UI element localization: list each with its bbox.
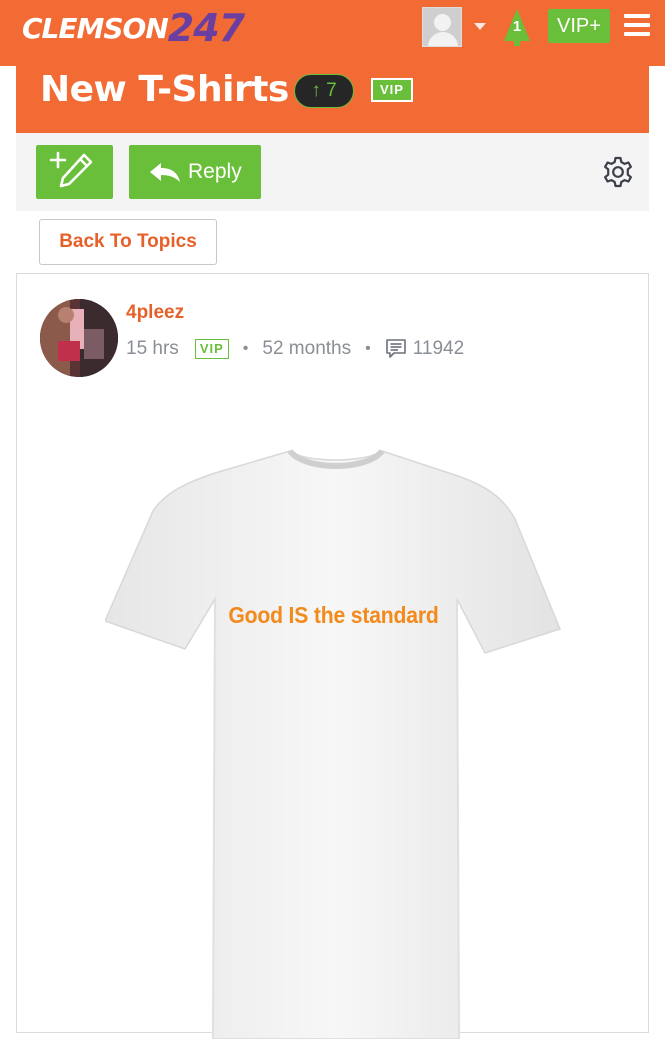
notification-count: 1 (512, 18, 522, 35)
top-nav-bar: CLEMSON 247 1 VIP+ (0, 0, 665, 66)
vip-badge: VIP (371, 78, 413, 102)
user-avatar[interactable] (422, 7, 462, 47)
upvote-button[interactable]: ↑ 7 (294, 74, 354, 108)
post-count: 11942 (412, 338, 465, 359)
notifications-button[interactable]: 1 (501, 7, 533, 47)
logo-number: 247 (167, 6, 245, 50)
vote-count: 7 (326, 80, 337, 101)
site-logo[interactable]: CLEMSON 247 (22, 6, 245, 50)
topic-title: New T-Shirts (40, 69, 289, 110)
post-meta: 15 hrs VIP • 52 months • 11942 (126, 336, 464, 362)
poster-vip-badge: VIP (194, 339, 229, 359)
meta-separator: • (365, 340, 371, 357)
chevron-down-icon[interactable] (474, 23, 486, 30)
tshirt-image[interactable] (105, 449, 565, 1039)
upvote-arrow-icon: ↑ (311, 80, 321, 101)
new-post-pencil-icon (49, 151, 93, 188)
poster-username[interactable]: 4pleez (126, 302, 184, 324)
comment-icon (385, 339, 406, 358)
tshirt-slogan: Good IS the standard (228, 602, 439, 628)
vip-plus-button[interactable]: VIP+ (548, 9, 610, 43)
post-card: 4pleez 15 hrs VIP • 52 months • 11942 Go… (16, 273, 649, 1039)
poster-avatar[interactable] (40, 299, 118, 377)
menu-icon[interactable] (624, 14, 650, 36)
topic-toolbar: Reply (16, 133, 649, 211)
reply-button[interactable]: Reply (129, 145, 261, 199)
topic-header: New T-Shirts ↑ 7 VIP (16, 66, 649, 133)
settings-gear-icon[interactable] (601, 155, 635, 189)
meta-separator: • (242, 340, 249, 357)
membership-length: 52 months (262, 338, 352, 359)
back-to-topics-button[interactable]: Back To Topics (39, 219, 217, 265)
reply-arrow-icon (150, 163, 180, 182)
new-topic-button[interactable] (36, 145, 113, 199)
post-time: 15 hrs (126, 338, 179, 359)
logo-word: CLEMSON (22, 11, 169, 45)
reply-label: Reply (188, 160, 242, 183)
